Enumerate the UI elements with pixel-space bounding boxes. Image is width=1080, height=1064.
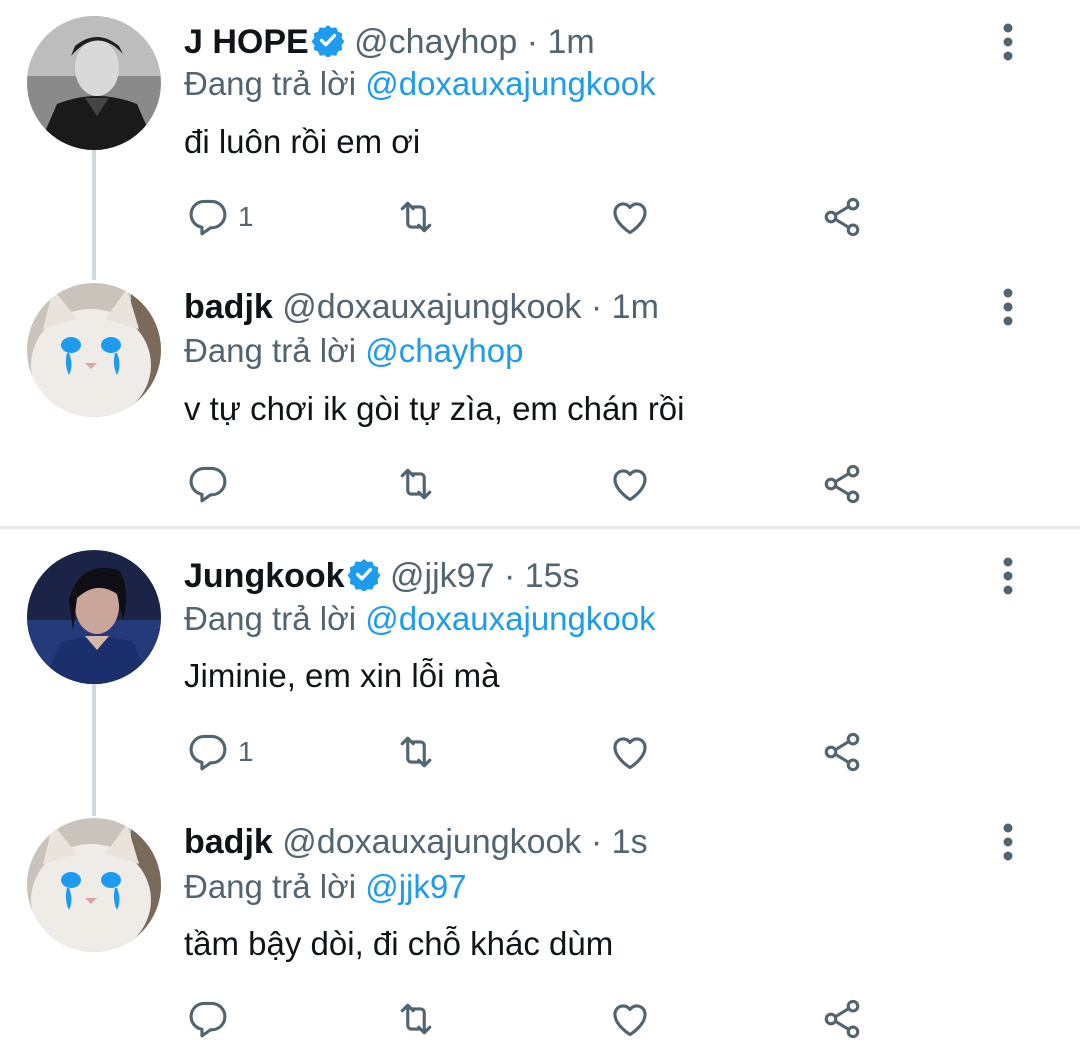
timestamp[interactable]: · 1s (591, 823, 648, 861)
display-name[interactable]: badjk (184, 823, 273, 861)
like-icon (613, 469, 647, 502)
handle[interactable]: @chayhop (354, 23, 517, 61)
more-icon[interactable] (992, 285, 1024, 329)
conversation-divider (0, 526, 1080, 529)
tweet-text: v tự chơi ik gòi tự zìa, em chán rồi (184, 390, 685, 427)
reply-mention[interactable]: @jjk97 (365, 868, 466, 905)
tweet-actions: 1 (184, 727, 884, 777)
share-button[interactable] (820, 727, 864, 777)
thread-line (92, 684, 96, 816)
verified-badge-icon (311, 25, 345, 57)
like-button[interactable] (608, 192, 652, 242)
reply-prefix: Đang trả lời (184, 65, 357, 102)
tweet-actions (184, 994, 884, 1044)
tweet-header: Jungkook @jjk97 · 15s (184, 556, 580, 596)
share-button[interactable] (820, 994, 864, 1044)
avatar[interactable] (27, 550, 161, 684)
avatar-image (27, 16, 161, 150)
tweet-header: badjk @doxauxajungkook · 1s (184, 822, 648, 862)
tweet-3[interactable]: Jungkook @jjk97 · 15s Đang trả lời @doxa… (0, 534, 1080, 816)
retweet-button[interactable] (394, 459, 438, 509)
retweet-button[interactable] (394, 994, 438, 1044)
retweet-icon (400, 468, 432, 500)
tweet-text: Jiminie, em xin lỗi mà (184, 657, 500, 694)
display-name[interactable]: J HOPE (184, 23, 309, 61)
reply-icon (189, 1001, 227, 1038)
share-button[interactable] (820, 192, 864, 242)
more-icon[interactable] (992, 554, 1024, 598)
avatar-image (27, 550, 161, 684)
avatar-image (27, 283, 161, 417)
reply-button[interactable]: 1 (186, 727, 254, 777)
reply-mention[interactable]: @doxauxajungkook (365, 600, 655, 637)
like-button[interactable] (608, 727, 652, 777)
reply-prefix: Đang trả lời (184, 600, 357, 637)
tweet-2[interactable]: badjk @doxauxajungkook · 1m Đang trả lời… (0, 265, 1080, 525)
share-icon (824, 732, 860, 772)
handle[interactable]: @jjk97 (390, 557, 494, 595)
reply-icon (189, 199, 227, 236)
tweet-text: tầm bậy dòi, đi chỗ khác dùm (184, 925, 614, 962)
reply-context: Đang trả lời @chayhop (184, 331, 523, 371)
reply-context: Đang trả lời @doxauxajungkook (184, 599, 656, 639)
tweet-1[interactable]: J HOPE @chayhop · 1m Đang trả lời @doxau… (0, 0, 1080, 280)
display-name[interactable]: Jungkook (184, 557, 345, 595)
handle[interactable]: @doxauxajungkook (282, 288, 581, 326)
avatar[interactable] (27, 283, 161, 417)
reply-icon (189, 734, 227, 771)
reply-mention[interactable]: @doxauxajungkook (365, 65, 655, 102)
more-icon[interactable] (992, 20, 1024, 64)
tweet-header: J HOPE @chayhop · 1m (184, 22, 595, 62)
share-icon (824, 197, 860, 237)
avatar[interactable] (27, 818, 161, 952)
avatar[interactable] (27, 16, 161, 150)
tweet-header: badjk @doxauxajungkook · 1m (184, 287, 659, 327)
tweet-4[interactable]: badjk @doxauxajungkook · 1s Đang trả lời… (0, 800, 1080, 1064)
reply-prefix: Đang trả lời (184, 332, 357, 369)
share-button[interactable] (820, 459, 864, 509)
tweet-actions: 1 (184, 192, 884, 242)
reply-count: 1 (238, 201, 254, 232)
timestamp[interactable]: · 1m (591, 288, 659, 326)
more-icon[interactable] (992, 820, 1024, 864)
like-icon (613, 202, 647, 235)
display-name[interactable]: badjk (184, 288, 273, 326)
like-button[interactable] (608, 459, 652, 509)
like-icon (613, 1004, 647, 1037)
avatar-image (27, 818, 161, 952)
reply-mention[interactable]: @chayhop (365, 332, 523, 369)
reply-context: Đang trả lời @jjk97 (184, 867, 467, 907)
reply-button[interactable] (186, 994, 238, 1044)
thread-line (92, 150, 96, 280)
reply-button[interactable] (186, 459, 238, 509)
retweet-button[interactable] (394, 727, 438, 777)
retweet-button[interactable] (394, 192, 438, 242)
reply-prefix: Đang trả lời (184, 868, 357, 905)
retweet-icon (400, 201, 432, 233)
share-icon (824, 464, 860, 504)
like-icon (613, 737, 647, 770)
reply-icon (189, 466, 227, 503)
reply-button[interactable]: 1 (186, 192, 254, 242)
reply-context: Đang trả lời @doxauxajungkook (184, 64, 656, 104)
retweet-icon (400, 1003, 432, 1035)
share-icon (824, 999, 860, 1039)
verified-badge-icon (347, 559, 381, 591)
timestamp[interactable]: · 15s (504, 557, 580, 595)
like-button[interactable] (608, 994, 652, 1044)
retweet-icon (400, 736, 432, 768)
handle[interactable]: @doxauxajungkook (282, 823, 581, 861)
tweet-text: đi luôn rồi em ơi (184, 123, 421, 160)
timestamp[interactable]: · 1m (527, 23, 595, 61)
reply-count: 1 (238, 736, 254, 767)
tweet-actions (184, 459, 884, 509)
